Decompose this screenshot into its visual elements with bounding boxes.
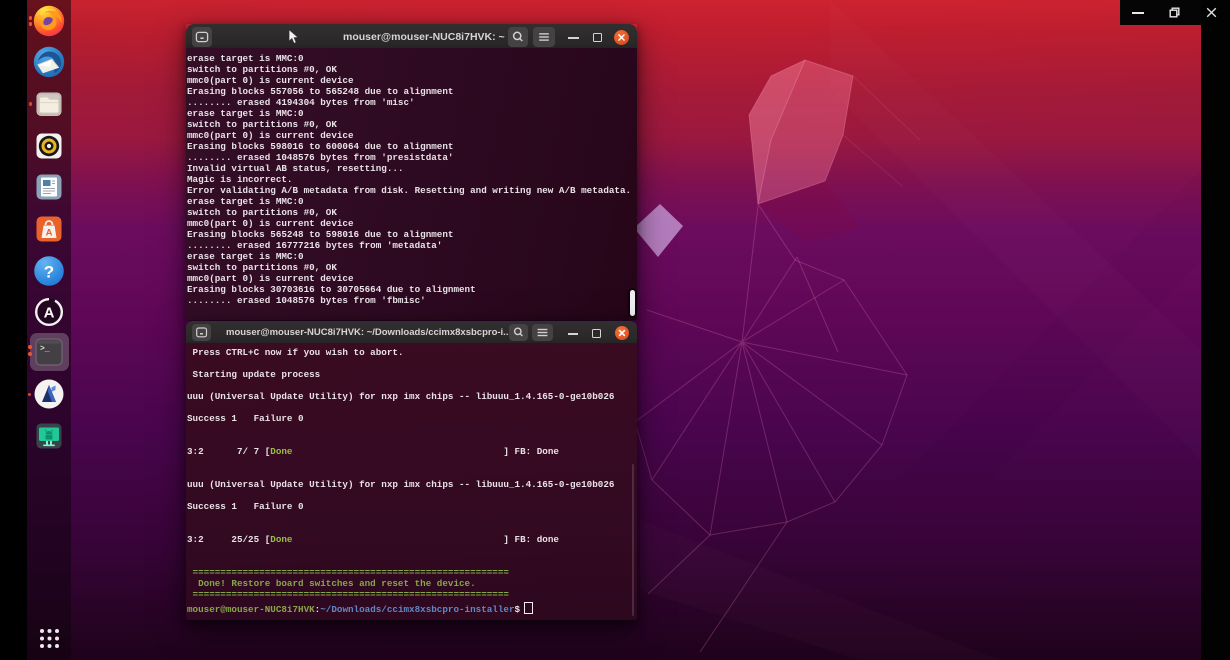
svg-text:A: A — [44, 304, 55, 321]
svg-text:A: A — [46, 228, 53, 239]
svg-text:>_: >_ — [40, 345, 50, 354]
svg-text:?: ? — [44, 262, 54, 281]
